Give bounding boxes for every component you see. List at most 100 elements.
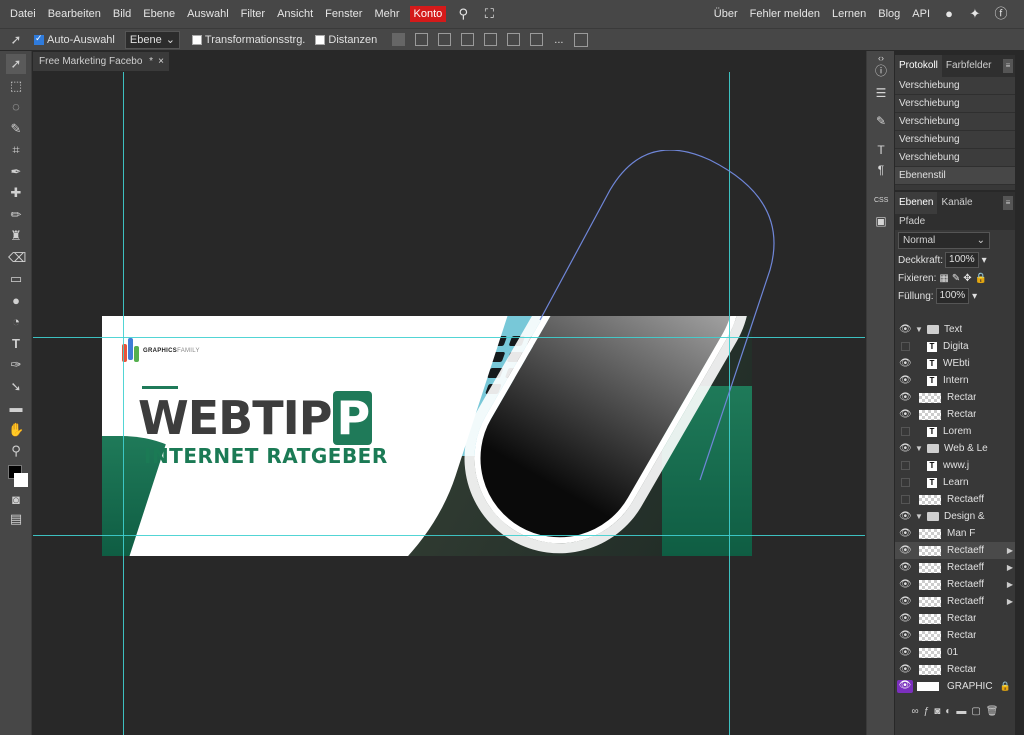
link-layers-icon[interactable]: ∞: [912, 706, 919, 717]
path-select-tool-icon[interactable]: ➘: [8, 379, 24, 395]
chevron-down-icon[interactable]: ▼: [915, 325, 925, 334]
visibility-eye-icon[interactable]: 👁: [899, 562, 912, 574]
visibility-eye-icon[interactable]: 👁: [899, 409, 912, 421]
guide-vertical-left[interactable]: [123, 72, 124, 735]
layer-row[interactable]: T Digita: [895, 338, 1015, 355]
tab-farbfelder[interactable]: Farbfelder: [942, 55, 996, 77]
chevron-down-icon[interactable]: ▼: [915, 444, 925, 453]
dropdown-arrow-icon[interactable]: ▾: [982, 255, 987, 266]
visibility-eye-icon[interactable]: 👁: [899, 324, 912, 336]
menu-mehr[interactable]: Mehr: [368, 0, 405, 28]
quick-mask-icon[interactable]: ◙: [8, 492, 24, 508]
history-item[interactable]: Ebenenstil: [895, 167, 1015, 185]
lasso-tool-icon[interactable]: ◌: [8, 99, 24, 115]
tab-pfade[interactable]: Pfade: [895, 214, 929, 230]
layer-row[interactable]: 👁 Rectar: [895, 406, 1015, 423]
chevron-down-icon[interactable]: ▼: [915, 512, 925, 521]
healing-tool-icon[interactable]: ✚: [8, 185, 24, 201]
visibility-eye-icon[interactable]: 👁: [899, 528, 912, 540]
new-group-icon[interactable]: ▬: [956, 706, 966, 717]
align-center-icon[interactable]: [438, 33, 452, 46]
menu-fehler-melden[interactable]: Fehler melden: [744, 0, 826, 28]
history-item[interactable]: Verschiebung: [895, 113, 1015, 131]
visibility-off-icon[interactable]: [901, 478, 910, 487]
menu-blog[interactable]: Blog: [872, 0, 906, 28]
align-right-icon[interactable]: [461, 33, 475, 46]
menu-api[interactable]: API: [906, 0, 936, 28]
hand-tool-icon[interactable]: ✋: [8, 422, 24, 438]
blur-tool-icon[interactable]: ●: [8, 293, 24, 309]
fullscreen-icon[interactable]: ⛶: [482, 7, 496, 21]
eraser-tool-icon[interactable]: ⌫: [8, 250, 26, 266]
layer-row[interactable]: 👁 Man F: [895, 525, 1015, 542]
screen-mode-icon[interactable]: ▤: [8, 511, 24, 527]
layer-row[interactable]: 👁 Rectaeff ▶: [895, 576, 1015, 593]
facebook-icon[interactable]: ⓕ: [994, 7, 1008, 21]
panel-menu-icon[interactable]: ≡: [1003, 59, 1013, 73]
tab-kanaele[interactable]: Kanäle: [937, 192, 976, 214]
history-item[interactable]: Verschiebung: [895, 149, 1015, 167]
menu-konto-button[interactable]: Konto: [409, 6, 447, 22]
layer-row[interactable]: 👁 01: [895, 644, 1015, 661]
tab-protokoll[interactable]: Protokoll: [895, 55, 942, 77]
dropdown-arrow-icon[interactable]: ▾: [972, 291, 977, 302]
brush-tool-icon[interactable]: ✏: [8, 207, 24, 223]
visibility-eye-icon[interactable]: 👁: [899, 647, 912, 659]
align-bottom-icon[interactable]: [530, 33, 544, 46]
paragraph-icon[interactable]: ¶: [874, 163, 888, 177]
selected-path-outline[interactable]: [520, 150, 800, 550]
background-layer-row[interactable]: 👁 GRAPHIC 🔒: [895, 678, 1015, 695]
visibility-eye-icon[interactable]: 👁: [897, 680, 913, 693]
align-left-icon[interactable]: [415, 33, 429, 46]
layer-group-web[interactable]: 👁 ▼ Web & Le: [895, 440, 1015, 457]
visibility-off-icon[interactable]: [901, 461, 910, 470]
lock-transparency-icon[interactable]: ▦: [939, 273, 948, 284]
menu-ansicht[interactable]: Ansicht: [271, 0, 319, 28]
panel-menu-icon[interactable]: ≡: [1003, 196, 1013, 210]
menu-bearbeiten[interactable]: Bearbeiten: [42, 0, 107, 28]
download-icon[interactable]: [392, 33, 406, 46]
menu-bild[interactable]: Bild: [107, 0, 137, 28]
collapse-icon[interactable]: ‹›: [874, 51, 888, 65]
layer-row[interactable]: Twww.j: [895, 457, 1015, 474]
transform-controls-checkbox[interactable]: Transformationsstrg.: [191, 34, 305, 46]
visibility-eye-icon[interactable]: 👁: [899, 443, 912, 455]
layer-row[interactable]: 👁 T Intern: [895, 372, 1015, 389]
history-item[interactable]: Verschiebung: [895, 77, 1015, 95]
delete-layer-icon[interactable]: 🗑: [986, 706, 999, 717]
twitter-icon[interactable]: ✦: [968, 7, 982, 21]
auto-select-checkbox[interactable]: Auto-Auswahl: [34, 33, 115, 46]
layer-row[interactable]: 👁 Rectaeff ▶: [895, 593, 1015, 610]
crop-tool-icon[interactable]: ⌗: [8, 142, 24, 158]
expand-effects-icon[interactable]: ▶: [1007, 546, 1013, 555]
grid-icon[interactable]: [574, 32, 589, 47]
reddit-icon[interactable]: ●: [942, 7, 956, 21]
visibility-off-icon[interactable]: [901, 495, 910, 504]
align-middle-icon[interactable]: [507, 33, 521, 46]
info-icon[interactable]: ⓘ: [874, 64, 888, 78]
close-tab-icon[interactable]: ×: [158, 52, 164, 71]
menu-ueber[interactable]: Über: [708, 0, 744, 28]
background-color-swatch[interactable]: [14, 473, 28, 487]
more-options-button[interactable]: ...: [554, 34, 563, 46]
marquee-tool-icon[interactable]: ⬚: [8, 78, 24, 94]
visibility-eye-icon[interactable]: 👁: [899, 358, 912, 370]
pen-tool-icon[interactable]: ✑: [8, 357, 24, 373]
properties-icon[interactable]: ☰: [874, 86, 888, 100]
tab-ebenen[interactable]: Ebenen: [895, 192, 938, 214]
magic-wand-tool-icon[interactable]: ✎: [8, 121, 24, 137]
menu-ebene[interactable]: Ebene: [137, 0, 181, 28]
layer-row[interactable]: 👁 Rectar: [895, 661, 1015, 678]
visibility-eye-icon[interactable]: 👁: [899, 545, 912, 557]
menu-auswahl[interactable]: Auswahl: [181, 0, 235, 28]
layer-row[interactable]: Rectaeff: [895, 491, 1015, 508]
layer-mask-icon[interactable]: ◙: [934, 706, 940, 717]
expand-effects-icon[interactable]: ▶: [1007, 580, 1013, 589]
history-item[interactable]: Verschiebung: [895, 131, 1015, 149]
adjustment-layer-icon[interactable]: ◐: [945, 706, 951, 717]
type-tool-icon[interactable]: T: [8, 336, 24, 352]
shape-tool-icon[interactable]: ▬: [8, 400, 24, 416]
distances-checkbox[interactable]: Distanzen: [315, 34, 377, 46]
eyedropper-tool-icon[interactable]: ✒: [8, 164, 24, 180]
layer-row[interactable]: 👁 Rectar: [895, 627, 1015, 644]
